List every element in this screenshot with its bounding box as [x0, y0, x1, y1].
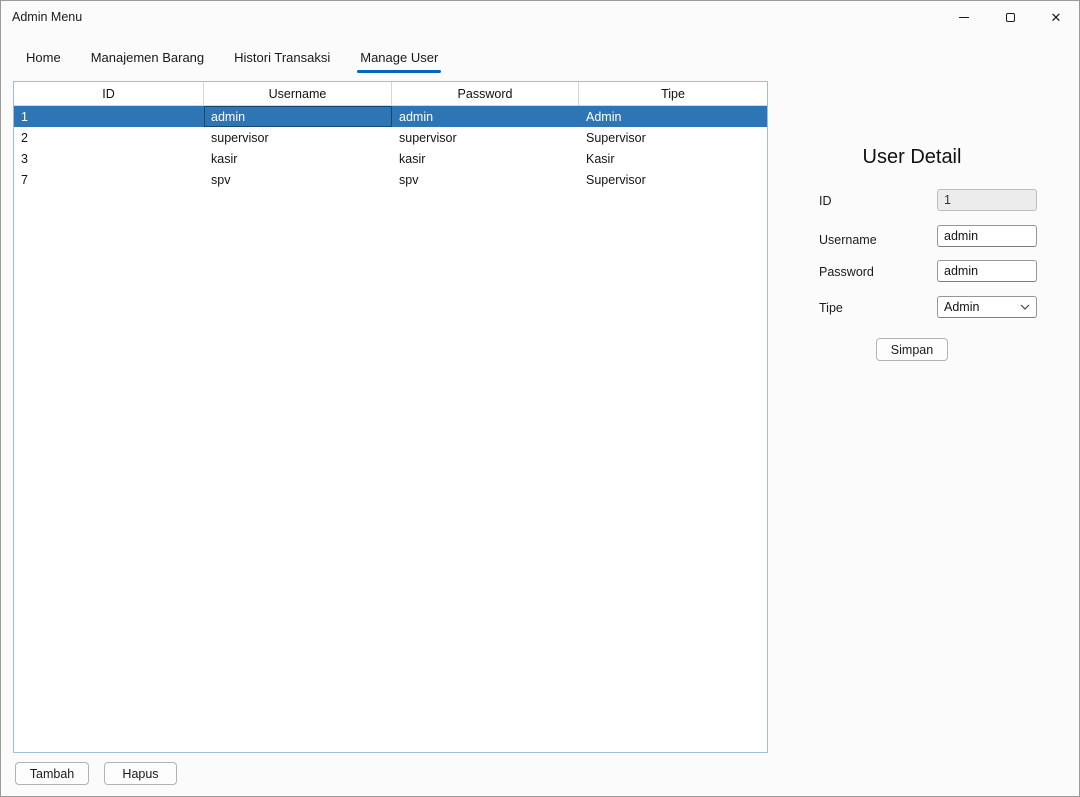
- cell-username[interactable]: admin: [204, 106, 392, 127]
- table-header-row: ID Username Password Tipe: [14, 82, 767, 106]
- cell-tipe[interactable]: Kasir: [579, 148, 767, 169]
- tipe-label: Tipe: [819, 301, 843, 315]
- cell-id[interactable]: 7: [14, 169, 204, 190]
- table-row[interactable]: 2 supervisor supervisor Supervisor: [14, 127, 767, 148]
- minimize-icon: [959, 17, 969, 18]
- username-field[interactable]: [937, 225, 1037, 247]
- tab-label: Manajemen Barang: [91, 50, 204, 65]
- cell-username[interactable]: supervisor: [204, 127, 392, 148]
- password-field[interactable]: [937, 260, 1037, 282]
- close-icon: ✕: [1051, 11, 1062, 24]
- cell-password[interactable]: supervisor: [392, 127, 579, 148]
- tab-bar: Home Manajemen Barang Histori Transaksi …: [11, 43, 453, 73]
- tab-manage-user[interactable]: Manage User: [345, 43, 453, 73]
- tipe-select[interactable]: Admin: [937, 296, 1037, 318]
- password-label: Password: [819, 265, 874, 279]
- cell-id[interactable]: 1: [14, 106, 204, 127]
- title-bar: Admin Menu ✕: [1, 1, 1079, 33]
- id-label: ID: [819, 194, 832, 208]
- cell-password[interactable]: admin: [392, 106, 579, 127]
- tab-label: Histori Transaksi: [234, 50, 330, 65]
- hapus-button[interactable]: Hapus: [104, 762, 177, 785]
- cell-id[interactable]: 2: [14, 127, 204, 148]
- chevron-down-icon: [1020, 304, 1030, 310]
- cell-username[interactable]: kasir: [204, 148, 392, 169]
- column-header-username[interactable]: Username: [204, 82, 392, 105]
- cell-tipe[interactable]: Supervisor: [579, 127, 767, 148]
- cell-password[interactable]: kasir: [392, 148, 579, 169]
- cell-tipe[interactable]: Admin: [579, 106, 767, 127]
- maximize-button[interactable]: [987, 1, 1033, 33]
- tambah-button[interactable]: Tambah: [15, 762, 89, 785]
- user-detail-title: User Detail: [782, 146, 1042, 169]
- simpan-button[interactable]: Simpan: [876, 338, 948, 361]
- id-field: [937, 189, 1037, 211]
- window-controls: ✕: [941, 1, 1079, 33]
- tipe-selected-value: Admin: [944, 300, 979, 314]
- tab-label: Manage User: [360, 50, 438, 65]
- tab-manajemen-barang[interactable]: Manajemen Barang: [76, 43, 219, 73]
- cell-tipe[interactable]: Supervisor: [579, 169, 767, 190]
- close-button[interactable]: ✕: [1033, 1, 1079, 33]
- tab-histori-transaksi[interactable]: Histori Transaksi: [219, 43, 345, 73]
- column-header-password[interactable]: Password: [392, 82, 579, 105]
- app-window: Admin Menu ✕ Home Manajemen Barang Histo…: [0, 0, 1080, 797]
- table-row[interactable]: 7 spv spv Supervisor: [14, 169, 767, 190]
- user-table: ID Username Password Tipe 1 admin admin …: [13, 81, 768, 753]
- minimize-button[interactable]: [941, 1, 987, 33]
- column-header-id[interactable]: ID: [14, 82, 204, 105]
- table-row[interactable]: 1 admin admin Admin: [14, 106, 767, 127]
- tab-home[interactable]: Home: [11, 43, 76, 73]
- table-row[interactable]: 3 kasir kasir Kasir: [14, 148, 767, 169]
- username-label: Username: [819, 233, 877, 247]
- table-body: 1 admin admin Admin 2 supervisor supervi…: [14, 106, 767, 190]
- window-title: Admin Menu: [12, 10, 82, 24]
- cell-id[interactable]: 3: [14, 148, 204, 169]
- cell-username[interactable]: spv: [204, 169, 392, 190]
- cell-password[interactable]: spv: [392, 169, 579, 190]
- maximize-icon: [1006, 13, 1015, 22]
- tab-label: Home: [26, 50, 61, 65]
- column-header-tipe[interactable]: Tipe: [579, 82, 767, 105]
